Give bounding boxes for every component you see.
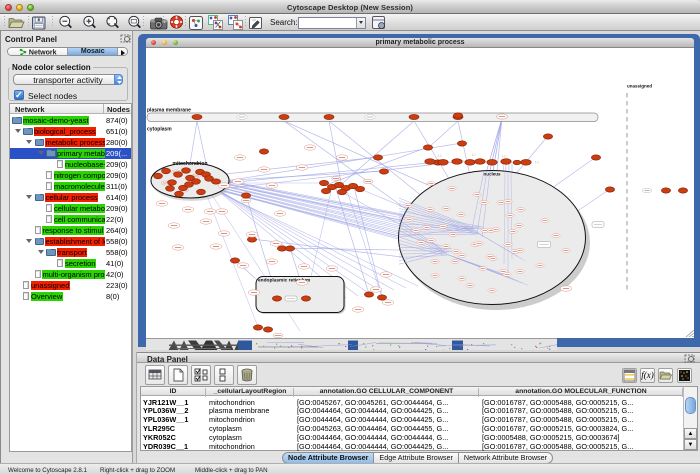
svg-text:[..]: [..] [438, 153, 442, 157]
svg-text:[..]: [..] [535, 160, 539, 164]
svg-text:[..]: [..] [472, 152, 476, 156]
svg-text:cytoplasm: cytoplasm [147, 126, 172, 132]
svg-text:unassigned: unassigned [627, 83, 652, 88]
svg-text:plasma membrane: plasma membrane [147, 107, 191, 113]
svg-text:[..]: [..] [502, 154, 506, 158]
svg-text:mitochondrion: mitochondrion [173, 161, 208, 167]
